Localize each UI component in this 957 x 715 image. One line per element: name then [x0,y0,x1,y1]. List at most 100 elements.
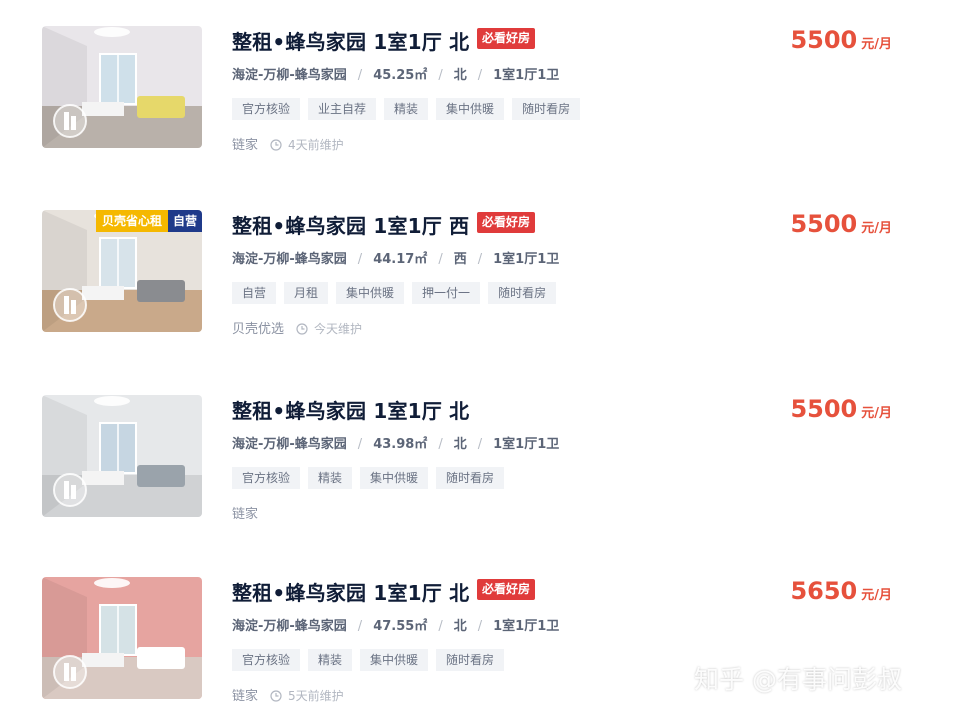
badge-left: 贝壳省心租 [95,210,168,232]
orientation-value: 北 [453,619,467,634]
source-name: 贝壳优选 [232,322,285,337]
meta-separator: / [477,437,483,452]
layout-value: 1室1厅1卫 [493,68,560,83]
listing-meta: 海淀-万柳-蜂鸟家园 / 45.25㎡ / 北 / 1室1厅1卫 [232,64,559,83]
listing-title[interactable]: 整租•蜂鸟家园 1室1厅 北 [232,395,469,424]
listing-price: 5500 元/月 [790,210,892,238]
feature-tag: 业主自荐 [308,98,377,120]
meta-separator: / [438,437,443,452]
feature-tag: 官方核验 [232,649,301,671]
listing-price: 5500 元/月 [790,26,892,54]
source-name: 链家 [232,138,259,153]
maintained-time: 4天前维护 [288,138,344,152]
listing-tags: 官方核验 精装 集中供暖 随时看房 [232,649,512,671]
listing-source: 链家 5天前维护 [232,685,344,706]
listing-card[interactable]: 整租•蜂鸟家园 1室1厅 北 5500 元/月 海淀-万柳-蜂鸟家园 / 43.98㎡ / 北… [0,395,957,525]
layout-value: 1室1厅1卫 [493,252,560,267]
source-name: 链家 [232,689,259,704]
source-name: 链家 [232,507,259,522]
area-value: 43.98㎡ [373,437,428,452]
orientation-value: 北 [453,68,467,83]
listing-photo[interactable] [42,395,202,517]
room-photo-icon [42,577,202,699]
feature-tag: 精装 [308,467,353,489]
feature-tag: 月租 [284,282,329,304]
meta-separator: / [438,252,443,267]
price-value: 5500 [790,395,858,423]
badge-right: 自营 [167,210,202,232]
district-link[interactable]: 海淀-万柳-蜂鸟家园 [232,68,347,83]
feature-tag: 押一付一 [412,282,481,304]
price-unit: 元/月 [861,221,892,236]
maintained-time: 今天维护 [314,322,363,336]
feature-tag: 集中供暖 [436,98,505,120]
listing-title[interactable]: 整租•蜂鸟家园 1室1厅 北 [232,577,469,606]
listing-title[interactable]: 整租•蜂鸟家园 1室1厅 西 [232,210,469,239]
feature-tag: 官方核验 [232,467,301,489]
meta-separator: / [357,68,363,83]
room-photo-icon [42,26,202,148]
price-value: 5500 [790,26,858,54]
meta-separator: / [438,619,443,634]
listing-source: 贝壳优选 今天维护 [232,318,362,339]
must-see-badge: 必看好房 [477,579,536,600]
must-see-badge: 必看好房 [477,212,536,233]
listing-source: 链家 4天前维护 [232,134,344,155]
meta-separator: / [477,619,483,634]
listing-card[interactable]: 贝壳省心租 自营 整租•蜂鸟家园 1室1厅 西 5500 元/月 海淀-万柳-蜂鸟家园 / 4… [0,210,957,340]
layout-value: 1室1厅1卫 [493,619,560,634]
price-unit: 元/月 [861,588,892,603]
price-value: 5650 [790,577,858,605]
district-link[interactable]: 海淀-万柳-蜂鸟家园 [232,619,347,634]
listing-meta: 海淀-万柳-蜂鸟家园 / 47.55㎡ / 北 / 1室1厅1卫 [232,615,559,634]
district-link[interactable]: 海淀-万柳-蜂鸟家园 [232,437,347,452]
listing-meta: 海淀-万柳-蜂鸟家园 / 43.98㎡ / 北 / 1室1厅1卫 [232,433,559,452]
listing-price: 5650 元/月 [790,577,892,605]
meta-separator: / [357,437,363,452]
feature-tag: 随时看房 [436,467,505,489]
listing-source: 链家 [232,503,258,522]
listing-card[interactable]: 整租•蜂鸟家园 1室1厅 北 5500 元/月海淀-万柳-蜂鸟家园 / 45.25㎡ / 北… [0,26,957,156]
price-value: 5500 [790,210,858,238]
feature-tag: 集中供暖 [360,649,429,671]
meta-separator: / [357,252,363,267]
zhihu-watermark: 知乎 @有事问彭叔 [694,665,902,694]
meta-separator: / [438,68,443,83]
area-value: 44.17㎡ [373,252,428,267]
listing-photo[interactable] [42,26,202,148]
clock-icon [270,690,282,706]
orientation-value: 西 [453,252,467,267]
feature-tag: 精装 [308,649,353,671]
price-unit: 元/月 [861,37,892,52]
feature-tag: 精装 [384,98,429,120]
must-see-badge: 必看好房 [477,28,536,49]
feature-tag: 自营 [232,282,277,304]
room-photo-icon [42,395,202,517]
feature-tag: 随时看房 [488,282,557,304]
listing-tags: 官方核验 业主自荐 精装 集中供暖 随时看房 [232,98,588,120]
listing-price: 5500 元/月 [790,395,892,423]
clock-icon [270,139,282,155]
area-value: 47.55㎡ [373,619,428,634]
area-value: 45.25㎡ [373,68,428,83]
listing-meta: 海淀-万柳-蜂鸟家园 / 44.17㎡ / 西 / 1室1厅1卫 [232,248,559,267]
feature-tag: 随时看房 [512,98,581,120]
maintained-time: 5天前维护 [288,689,344,703]
feature-tag: 集中供暖 [336,282,405,304]
meta-separator: / [477,68,483,83]
feature-tag: 随时看房 [436,649,505,671]
listing-title[interactable]: 整租•蜂鸟家园 1室1厅 北 [232,26,469,55]
district-link[interactable]: 海淀-万柳-蜂鸟家园 [232,252,347,267]
listing-tags: 官方核验 精装 集中供暖 随时看房 [232,467,512,489]
feature-tag: 官方核验 [232,98,301,120]
self-operated-badge: 贝壳省心租 自营 [95,210,202,232]
feature-tag: 集中供暖 [360,467,429,489]
listing-photo[interactable]: 贝壳省心租 自营 [42,210,202,332]
meta-separator: / [357,619,363,634]
clock-icon [296,323,308,339]
layout-value: 1室1厅1卫 [493,437,560,452]
meta-separator: / [477,252,483,267]
listing-tags: 自营 月租 集中供暖 押一付一 随时看房 [232,282,564,304]
listing-photo[interactable] [42,577,202,699]
price-unit: 元/月 [861,406,892,421]
